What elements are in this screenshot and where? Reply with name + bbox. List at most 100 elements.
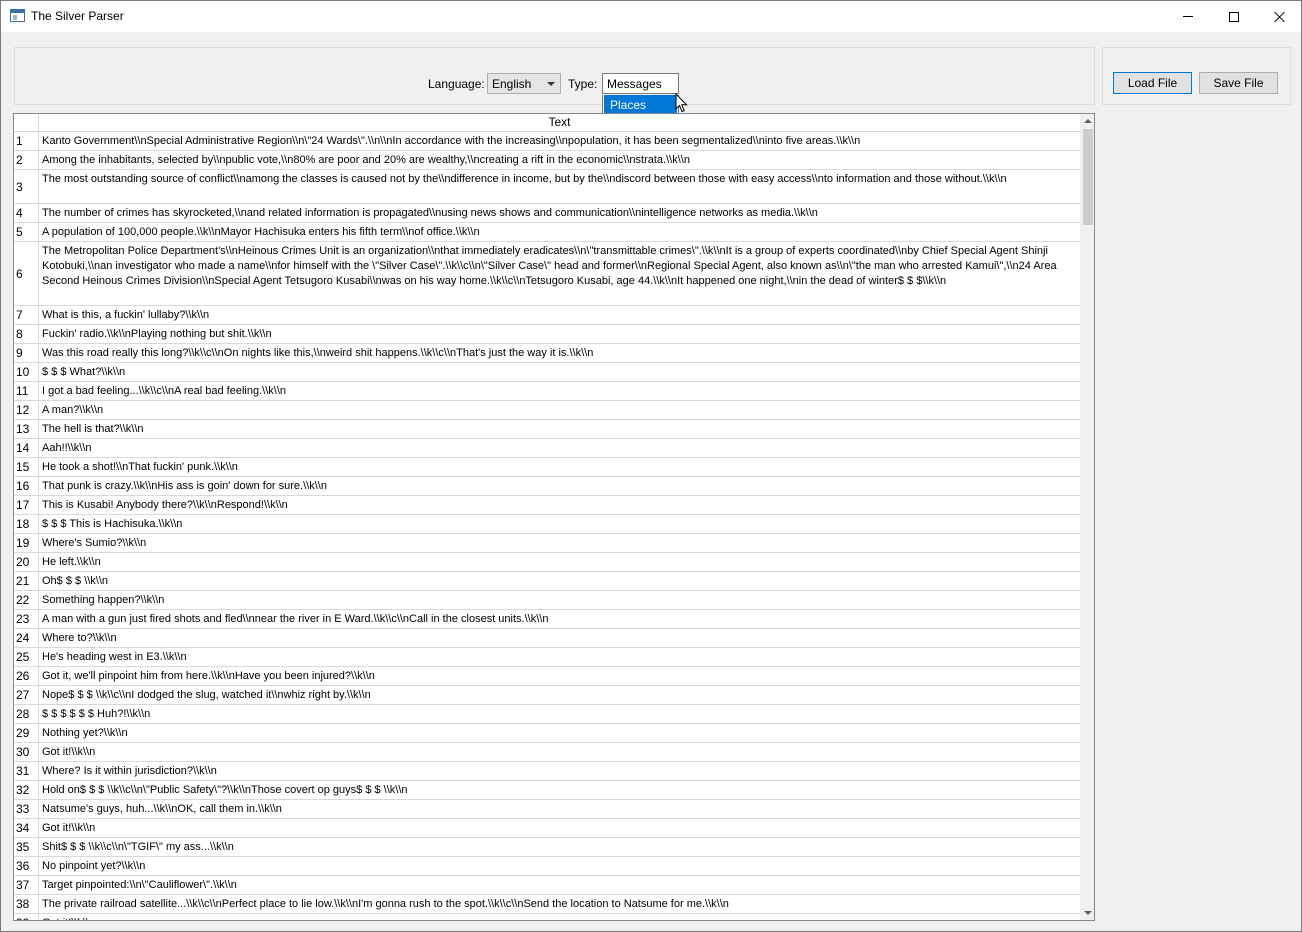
table-row[interactable]: 32 Hold on$ $ $ \\k\\c\\n\"Public Safety\… xyxy=(14,781,1080,800)
text-table[interactable]: Text 1 Kanto Government\\nSpecial Adminis… xyxy=(13,113,1095,921)
row-header[interactable]: 9 xyxy=(14,344,39,362)
title-bar[interactable]: The Silver Parser xyxy=(1,1,1301,32)
row-text-cell[interactable]: Was this road really this long?\\k\\c\\n… xyxy=(39,344,1080,363)
row-text-cell[interactable]: He's heading west in E3.\\k\\n xyxy=(39,648,1080,667)
row-text-cell[interactable]: Got it!\\k\\n xyxy=(39,914,1080,920)
row-text-cell[interactable]: Hold on$ $ $ \\k\\c\\n\"Public Safety\"?… xyxy=(39,781,1080,800)
save-file-button[interactable]: Save File xyxy=(1199,72,1278,94)
row-header[interactable]: 2 xyxy=(14,151,39,169)
vertical-scrollbar[interactable] xyxy=(1080,114,1094,920)
table-row[interactable]: 31 Where? Is it within jurisdiction?\\k\\… xyxy=(14,762,1080,781)
table-row[interactable]: 21 Oh$ $ $ \\k\\n xyxy=(14,572,1080,591)
table-row[interactable]: 18 $ $ $ This is Hachisuka.\\k\\n xyxy=(14,515,1080,534)
row-header[interactable]: 13 xyxy=(14,420,39,438)
table-row[interactable]: 10 $ $ $ What?\\k\\n xyxy=(14,363,1080,382)
table-row[interactable]: 17 This is Kusabi! Anybody there?\\k\\nRe… xyxy=(14,496,1080,515)
table-row[interactable]: 3 The most outstanding source of conflict… xyxy=(14,170,1080,204)
maximize-button[interactable] xyxy=(1211,1,1257,32)
row-text-cell[interactable]: A population of 100,000 people.\\k\\nMay… xyxy=(39,223,1080,242)
table-row[interactable]: 39Got it!\\k\\n xyxy=(14,914,1080,920)
row-text-cell[interactable]: Fuckin' radio.\\k\\nPlaying nothing but … xyxy=(39,325,1080,344)
row-header[interactable]: 14 xyxy=(14,439,39,457)
table-row[interactable]: 20 He left.\\k\\n xyxy=(14,553,1080,572)
row-header[interactable]: 10 xyxy=(14,363,39,381)
row-header[interactable]: 21 xyxy=(14,572,39,590)
scroll-down-icon[interactable] xyxy=(1081,906,1094,920)
row-text-cell[interactable]: Got it!\\k\\n xyxy=(39,819,1080,838)
row-header[interactable]: 16 xyxy=(14,477,39,495)
row-text-cell[interactable]: Got it, we'll pinpoint him from here.\\k… xyxy=(39,667,1080,686)
row-header[interactable]: 15 xyxy=(14,458,39,476)
table-row[interactable]: 34 Got it!\\k\\n xyxy=(14,819,1080,838)
row-header[interactable]: 29 xyxy=(14,724,39,742)
scroll-up-icon[interactable] xyxy=(1081,114,1094,128)
table-corner[interactable] xyxy=(14,114,39,132)
row-text-cell[interactable]: This is Kusabi! Anybody there?\\k\\nResp… xyxy=(39,496,1080,515)
row-header[interactable]: 33 xyxy=(14,800,39,818)
minimize-button[interactable] xyxy=(1165,1,1211,32)
row-header[interactable]: 22 xyxy=(14,591,39,609)
row-text-cell[interactable]: He left.\\k\\n xyxy=(39,553,1080,572)
type-option-places[interactable]: Places xyxy=(604,95,677,114)
row-text-cell[interactable]: Target pinpointed:\\n\"Cauliflower\".\\k… xyxy=(39,876,1080,895)
row-header[interactable]: 24 xyxy=(14,629,39,647)
row-header[interactable]: 19 xyxy=(14,534,39,552)
table-row[interactable]: 35 Shit$ $ $ \\k\\c\\n\"TGIF\" my ass...\… xyxy=(14,838,1080,857)
row-header[interactable]: 34 xyxy=(14,819,39,837)
table-row[interactable]: 33 Natsume's guys, huh...\\k\\nOK, call t… xyxy=(14,800,1080,819)
row-text-cell[interactable]: Nope$ $ $ \\k\\c\\nI dodged the slug, wa… xyxy=(39,686,1080,705)
table-row[interactable]: 12 A man?\\k\\n xyxy=(14,401,1080,420)
table-row[interactable]: 15 He took a shot!\\nThat fuckin' punk.\\… xyxy=(14,458,1080,477)
column-header-text[interactable]: Text xyxy=(39,114,1080,132)
table-row[interactable]: 8 Fuckin' radio.\\k\\nPlaying nothing but… xyxy=(14,325,1080,344)
table-row[interactable]: 37 Target pinpointed:\\n\"Cauliflower\".\… xyxy=(14,876,1080,895)
row-text-cell[interactable]: $ $ $ What?\\k\\n xyxy=(39,363,1080,382)
row-text-cell[interactable]: That punk is crazy.\\k\\nHis ass is goin… xyxy=(39,477,1080,496)
row-text-cell[interactable]: What is this, a fuckin' lullaby?\\k\\n xyxy=(39,306,1080,325)
row-header[interactable]: 25 xyxy=(14,648,39,666)
table-row[interactable]: 24 Where to?\\k\\n xyxy=(14,629,1080,648)
table-row[interactable]: 13 The hell is that?\\k\\n xyxy=(14,420,1080,439)
table-row[interactable]: 38 The private railroad satellite...\\k\\… xyxy=(14,895,1080,914)
table-row[interactable]: 6 The Metropolitan Police Department's\\n… xyxy=(14,242,1080,306)
table-row[interactable]: 28 $ $ $ $ $ $ Huh?!\\k\\n xyxy=(14,705,1080,724)
row-text-cell[interactable]: Where to?\\k\\n xyxy=(39,629,1080,648)
row-header[interactable]: 26 xyxy=(14,667,39,685)
row-header[interactable]: 38 xyxy=(14,895,39,913)
row-header[interactable]: 23 xyxy=(14,610,39,628)
row-header[interactable]: 32 xyxy=(14,781,39,799)
row-text-cell[interactable]: The hell is that?\\k\\n xyxy=(39,420,1080,439)
row-text-cell[interactable]: The number of crimes has skyrocketed,\\n… xyxy=(39,204,1080,223)
table-row[interactable]: 23 A man with a gun just fired shots and … xyxy=(14,610,1080,629)
row-text-cell[interactable]: Where? Is it within jurisdiction?\\k\\n xyxy=(39,762,1080,781)
row-header[interactable]: 36 xyxy=(14,857,39,875)
scrollbar-thumb[interactable] xyxy=(1083,129,1093,225)
table-row[interactable]: 1 Kanto Government\\nSpecial Administrati… xyxy=(14,132,1080,151)
row-header[interactable]: 11 xyxy=(14,382,39,400)
row-text-cell[interactable]: The private railroad satellite...\\k\\c\… xyxy=(39,895,1080,914)
row-header[interactable]: 6 xyxy=(14,242,39,305)
row-header[interactable]: 20 xyxy=(14,553,39,571)
table-row[interactable]: 19 Where's Sumio?\\k\\n xyxy=(14,534,1080,553)
row-header[interactable]: 5 xyxy=(14,223,39,241)
row-header[interactable]: 27 xyxy=(14,686,39,704)
row-text-cell[interactable]: Where's Sumio?\\k\\n xyxy=(39,534,1080,553)
table-row[interactable]: 26 Got it, we'll pinpoint him from here.\… xyxy=(14,667,1080,686)
row-header[interactable]: 3 xyxy=(14,170,39,203)
row-text-cell[interactable]: A man with a gun just fired shots and fl… xyxy=(39,610,1080,629)
table-row[interactable]: 4 The number of crimes has skyrocketed,\\… xyxy=(14,204,1080,223)
load-file-button[interactable]: Load File xyxy=(1113,72,1192,94)
table-row[interactable]: 27 Nope$ $ $ \\k\\c\\nI dodged the slug, … xyxy=(14,686,1080,705)
row-header[interactable]: 7 xyxy=(14,306,39,324)
row-header[interactable]: 30 xyxy=(14,743,39,761)
table-row[interactable]: 2 Among the inhabitants, selected by\\npu… xyxy=(14,151,1080,170)
row-header[interactable]: 28 xyxy=(14,705,39,723)
row-header[interactable]: 1 xyxy=(14,132,39,150)
row-header[interactable]: 17 xyxy=(14,496,39,514)
language-select[interactable]: English xyxy=(487,73,561,94)
row-header[interactable]: 8 xyxy=(14,325,39,343)
row-text-cell[interactable]: A man?\\k\\n xyxy=(39,401,1080,420)
row-text-cell[interactable]: The most outstanding source of conflict\… xyxy=(39,170,1080,189)
row-header[interactable]: 35 xyxy=(14,838,39,856)
row-text-cell[interactable]: Natsume's guys, huh...\\k\\nOK, call the… xyxy=(39,800,1080,819)
